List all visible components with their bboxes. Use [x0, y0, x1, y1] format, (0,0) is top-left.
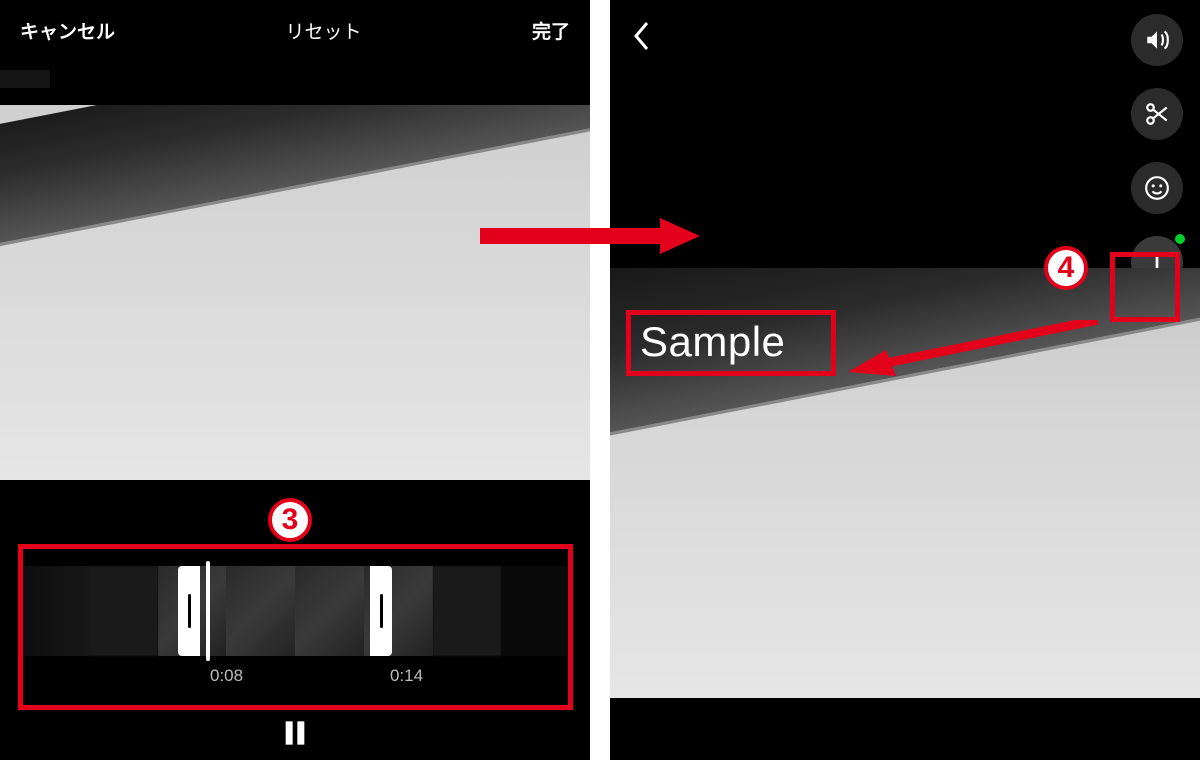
- deco-strip: [0, 70, 50, 88]
- annotation-box-timeline: [18, 544, 573, 710]
- bottom-bar: [610, 698, 1200, 760]
- step-marker-4: 4: [1044, 246, 1088, 290]
- sticker-icon: [1144, 175, 1170, 201]
- annotation-arrow-text: [848, 320, 1098, 380]
- reset-button[interactable]: リセット: [285, 17, 361, 44]
- step-marker-3: 3: [268, 498, 312, 542]
- chevron-left-icon: [632, 20, 652, 52]
- pause-icon: [281, 719, 309, 747]
- done-button[interactable]: 完了: [532, 17, 570, 44]
- topbar: キャンセル リセット 完了: [0, 0, 590, 60]
- trim-tool[interactable]: [1131, 88, 1183, 140]
- sound-tool[interactable]: [1131, 14, 1183, 66]
- annotation-box-text-tool: [1110, 252, 1180, 322]
- annotation-arrow-transition: [480, 216, 700, 256]
- scissors-icon: [1144, 101, 1170, 127]
- back-button[interactable]: [632, 20, 652, 57]
- video-preview: [0, 105, 590, 480]
- sticker-tool[interactable]: [1131, 162, 1183, 214]
- annotation-box-sample: [626, 310, 836, 376]
- pause-button[interactable]: [281, 719, 309, 752]
- active-dot: [1175, 234, 1185, 244]
- speaker-icon: [1144, 27, 1170, 53]
- cancel-button[interactable]: キャンセル: [20, 17, 115, 44]
